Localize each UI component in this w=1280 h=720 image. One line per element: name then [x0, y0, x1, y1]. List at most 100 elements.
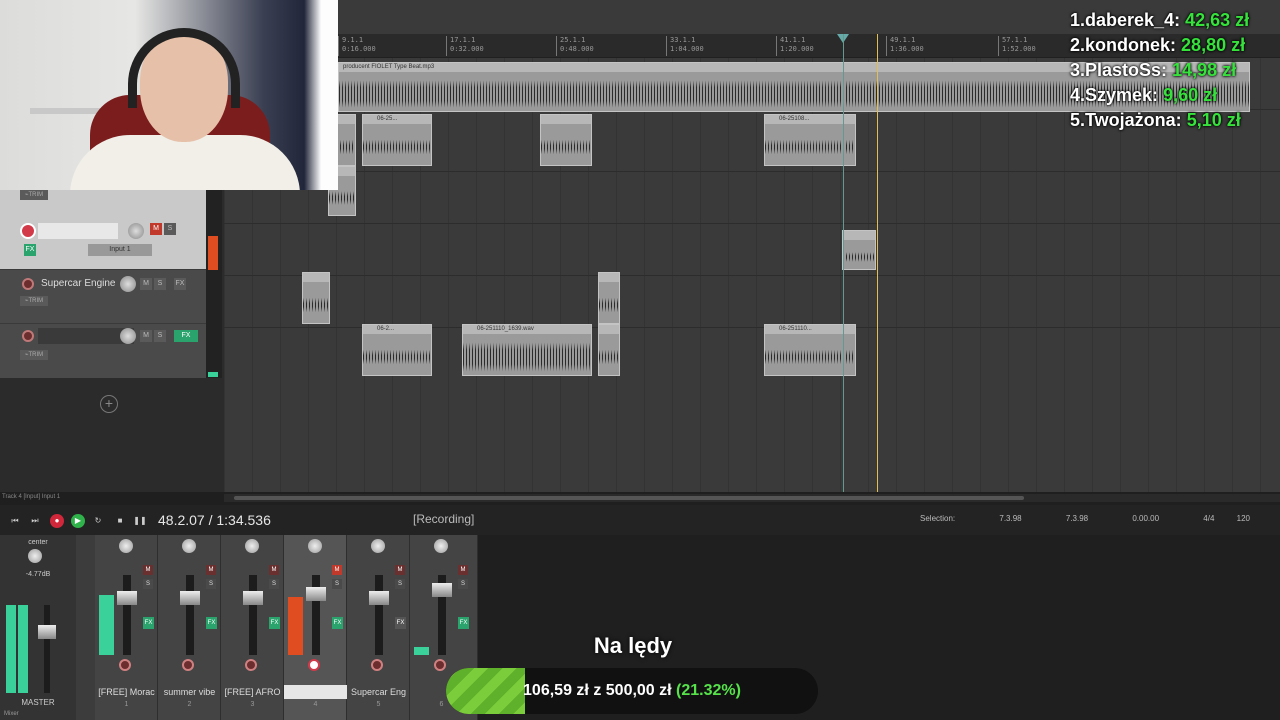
- fx-button[interactable]: FX: [395, 617, 406, 629]
- record-arm-button[interactable]: [308, 659, 320, 671]
- fx-button[interactable]: FX: [206, 617, 217, 629]
- media-item[interactable]: [336, 114, 356, 166]
- strip-name[interactable]: [FREE] Morac: [95, 685, 158, 699]
- media-item[interactable]: 06-25...: [362, 114, 432, 166]
- fx-button[interactable]: FX: [458, 617, 469, 629]
- solo-button[interactable]: S: [154, 278, 166, 290]
- time-signature[interactable]: 4/4: [1203, 514, 1214, 523]
- selection-length[interactable]: 0.00.00: [1132, 514, 1159, 523]
- mixer-strip[interactable]: M S FX [FREE] AFRO 3: [221, 535, 284, 720]
- strip-name[interactable]: summer vibe: [158, 685, 221, 699]
- mute-button[interactable]: M: [458, 565, 468, 575]
- scroll-thumb[interactable]: [234, 496, 1024, 500]
- track-row[interactable]: M S FX Input 1 ⌁TRIM: [0, 190, 206, 270]
- volume-fader[interactable]: [369, 591, 389, 605]
- track-name[interactable]: Supercar Engine F: [38, 276, 118, 292]
- record-button[interactable]: ●: [50, 514, 64, 528]
- media-item[interactable]: [598, 272, 620, 324]
- envelope-button[interactable]: ⌁TRIM: [20, 296, 48, 306]
- input-select[interactable]: Input 1: [88, 244, 152, 256]
- selection-end[interactable]: 7.3.98: [1066, 514, 1088, 523]
- envelope-button[interactable]: ⌁TRIM: [20, 350, 48, 360]
- edit-cursor[interactable]: [877, 34, 878, 492]
- mute-button[interactable]: M: [332, 565, 342, 575]
- pan-knob[interactable]: [182, 539, 196, 553]
- media-item[interactable]: [302, 272, 330, 324]
- pause-button[interactable]: ❚❚: [133, 514, 147, 528]
- fx-button[interactable]: FX: [174, 278, 186, 290]
- stop-button[interactable]: ■: [113, 514, 127, 528]
- volume-fader[interactable]: [180, 591, 200, 605]
- media-item[interactable]: 06-251110_1639.wav: [462, 324, 592, 376]
- record-arm-button[interactable]: [119, 659, 131, 671]
- track-name[interactable]: [38, 223, 118, 239]
- fx-button[interactable]: FX: [269, 617, 280, 629]
- solo-button[interactable]: S: [143, 579, 153, 589]
- mute-button[interactable]: M: [269, 565, 279, 575]
- fx-button[interactable]: FX: [174, 330, 198, 342]
- mute-button[interactable]: M: [150, 223, 162, 235]
- media-item[interactable]: 06-2...: [362, 324, 432, 376]
- pan-knob[interactable]: [434, 539, 448, 553]
- mixer-strip-selected[interactable]: M S FX 4: [284, 535, 347, 720]
- volume-fader[interactable]: [243, 591, 263, 605]
- track-lane[interactable]: [224, 276, 1280, 328]
- strip-name[interactable]: [FREE] AFRO: [221, 685, 284, 699]
- volume-knob[interactable]: [120, 276, 136, 292]
- mute-button[interactable]: M: [140, 278, 152, 290]
- play-button[interactable]: ▶: [71, 514, 85, 528]
- volume-fader[interactable]: [432, 583, 452, 597]
- mute-button[interactable]: M: [395, 565, 405, 575]
- solo-button[interactable]: S: [206, 579, 216, 589]
- add-track-button[interactable]: +: [100, 395, 118, 413]
- horizontal-scrollbar[interactable]: [224, 494, 1280, 502]
- volume-knob[interactable]: [120, 328, 136, 344]
- volume-fader[interactable]: [117, 591, 137, 605]
- pan-knob[interactable]: [119, 539, 133, 553]
- mixer-strip[interactable]: M S FX Supercar Eng 5: [347, 535, 410, 720]
- mute-button[interactable]: M: [143, 565, 153, 575]
- track-lane[interactable]: [224, 172, 1280, 224]
- fx-button[interactable]: FX: [332, 617, 343, 629]
- record-arm-button[interactable]: [434, 659, 446, 671]
- tempo[interactable]: 120: [1237, 514, 1250, 523]
- record-arm-button[interactable]: [245, 659, 257, 671]
- media-item[interactable]: [540, 114, 592, 166]
- solo-button[interactable]: S: [154, 330, 166, 342]
- pan-knob[interactable]: [308, 539, 322, 553]
- go-to-start-button[interactable]: ⏮: [8, 514, 22, 528]
- media-item[interactable]: [598, 324, 620, 376]
- master-fader[interactable]: [38, 625, 56, 639]
- strip-name[interactable]: [284, 685, 347, 699]
- record-arm-button[interactable]: [22, 278, 34, 290]
- record-arm-button[interactable]: [182, 659, 194, 671]
- master-pan-knob[interactable]: [28, 549, 42, 563]
- track-lane[interactable]: [224, 224, 1280, 276]
- pan-knob[interactable]: [245, 539, 259, 553]
- record-arm-button[interactable]: [20, 223, 36, 239]
- strip-name[interactable]: Supercar Eng: [347, 685, 410, 699]
- volume-knob[interactable]: [128, 223, 144, 239]
- mixer-strip[interactable]: M S FX summer vibe 2: [158, 535, 221, 720]
- fx-button[interactable]: FX: [143, 617, 154, 629]
- media-item[interactable]: [842, 230, 876, 270]
- selection-start[interactable]: 7.3.98: [999, 514, 1021, 523]
- solo-button[interactable]: S: [332, 579, 342, 589]
- pan-knob[interactable]: [371, 539, 385, 553]
- mixer-tab[interactable]: Mixer: [0, 711, 40, 717]
- solo-button[interactable]: S: [458, 579, 468, 589]
- fx-button[interactable]: FX: [24, 244, 36, 256]
- mute-button[interactable]: M: [140, 330, 152, 342]
- solo-button[interactable]: S: [395, 579, 405, 589]
- envelope-button[interactable]: ⌁TRIM: [20, 190, 48, 200]
- go-to-end-button[interactable]: ⏭: [28, 514, 42, 528]
- position-readout[interactable]: 48.2.07 / 1:34.536: [158, 512, 271, 528]
- solo-button[interactable]: S: [269, 579, 279, 589]
- record-arm-button[interactable]: [22, 330, 34, 342]
- mute-button[interactable]: M: [206, 565, 216, 575]
- record-arm-button[interactable]: [371, 659, 383, 671]
- mixer-strip[interactable]: M S FX [FREE] Morac 1: [95, 535, 158, 720]
- track-row[interactable]: Supercar Engine F M S FX ⌁TRIM: [0, 270, 206, 324]
- volume-fader[interactable]: [306, 587, 326, 601]
- track-row[interactable]: M S FX ⌁TRIM: [0, 324, 206, 378]
